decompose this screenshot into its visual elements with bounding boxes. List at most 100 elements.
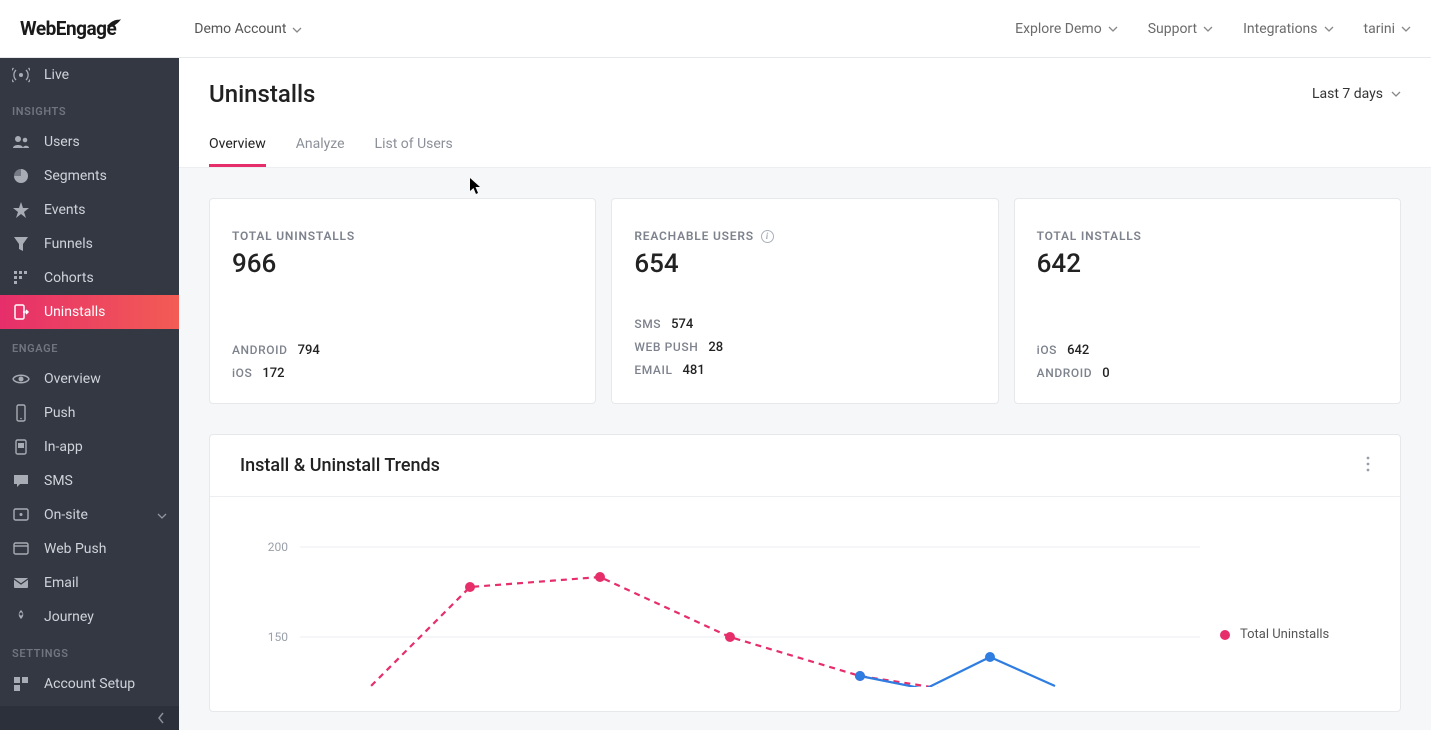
tab-analyze[interactable]: Analyze (296, 136, 345, 167)
nav-explore-demo[interactable]: Explore Demo (1015, 21, 1118, 37)
sidebar-item-label: Cohorts (44, 270, 94, 286)
main-content: Uninstalls Last 7 days Overview Analyze … (179, 58, 1431, 730)
sidebar-item-journey[interactable]: Journey (0, 600, 179, 634)
sidebar-item-engage-overview[interactable]: Overview (0, 362, 179, 396)
sidebar-item-label: Live (44, 67, 69, 83)
breakdown-value: 574 (671, 317, 693, 332)
onsite-icon (12, 506, 30, 524)
sidebar-item-sms[interactable]: SMS (0, 464, 179, 498)
topnav: Explore Demo Support Integrations tarini (1015, 21, 1411, 37)
card-total-uninstalls: TOTAL UNINSTALLS 966 ANDROID794 iOS172 (209, 198, 596, 404)
chevron-down-icon (1108, 26, 1118, 32)
sidebar-item-label: Push (44, 405, 76, 421)
card-label-text: REACHABLE USERS (634, 229, 754, 243)
sidebar-item-segments[interactable]: Segments (0, 159, 179, 193)
sidebar-item-label: Account Setup (44, 676, 135, 692)
card-value: 966 (232, 249, 573, 279)
breakdown-value: 642 (1067, 343, 1089, 358)
sidebar-item-label: Users (44, 134, 80, 150)
card-value: 642 (1037, 249, 1378, 279)
sidebar-item-label: Uninstalls (44, 304, 105, 320)
sidebar-item-label: Overview (44, 371, 101, 387)
breakdown-value: 794 (298, 343, 320, 358)
sidebar-section-engage: ENGAGE (0, 329, 179, 362)
sidebar-item-label: In-app (44, 439, 83, 455)
date-range-label: Last 7 days (1312, 86, 1383, 102)
card-total-installs: TOTAL INSTALLS 642 iOS642 ANDROID0 (1014, 198, 1401, 404)
sidebar-item-uninstalls[interactable]: Uninstalls (0, 295, 179, 329)
nav-support[interactable]: Support (1148, 21, 1213, 37)
chart-legend: Total Uninstalls (1220, 517, 1370, 691)
stat-cards: TOTAL UNINSTALLS 966 ANDROID794 iOS172 R… (209, 198, 1401, 404)
funnel-icon (12, 235, 30, 253)
sidebar-item-funnels[interactable]: Funnels (0, 227, 179, 261)
chevron-down-icon (1391, 91, 1401, 97)
breakdown-value: 28 (708, 340, 723, 355)
uninstall-icon (12, 303, 30, 321)
tab-overview[interactable]: Overview (209, 136, 266, 167)
chevron-down-icon (1203, 26, 1213, 32)
sidebar-item-webpush[interactable]: Web Push (0, 532, 179, 566)
tab-list-of-users[interactable]: List of Users (375, 136, 453, 167)
breakdown-label: SMS (634, 317, 661, 331)
eye-icon (12, 370, 30, 388)
breakdown-label: iOS (1037, 343, 1057, 357)
sidebar-item-users[interactable]: Users (0, 125, 179, 159)
sidebar-item-label: Journey (44, 609, 94, 625)
legend-item-uninstalls[interactable]: Total Uninstalls (1220, 627, 1370, 642)
breakdown-label: ANDROID (232, 343, 288, 357)
account-switcher[interactable]: Demo Account (194, 21, 302, 37)
chevron-down-icon (292, 21, 302, 37)
nav-integrations[interactable]: Integrations (1243, 21, 1333, 37)
y-tick: 200 (268, 540, 288, 554)
nav-user-menu[interactable]: tarini (1364, 21, 1411, 37)
chart-panel: Install & Uninstall Trends 200 150 (209, 434, 1401, 712)
chevron-down-icon (1324, 26, 1334, 32)
users-icon (12, 133, 30, 151)
breakdown-label: ANDROID (1037, 366, 1093, 380)
sidebar-item-account-setup[interactable]: Account Setup (0, 667, 179, 701)
sidebar-item-cohorts[interactable]: Cohorts (0, 261, 179, 295)
brand-logo: WebEngage (20, 17, 116, 40)
page-header: Uninstalls Last 7 days Overview Analyze … (179, 58, 1431, 168)
sidebar-item-events[interactable]: Events (0, 193, 179, 227)
breakdown-label: WEB PUSH (634, 340, 698, 354)
live-icon (12, 66, 30, 84)
chevron-down-icon (157, 507, 167, 523)
legend-label: Total Uninstalls (1240, 627, 1329, 642)
date-range-filter[interactable]: Last 7 days (1312, 86, 1401, 102)
sidebar-item-live[interactable]: Live (0, 58, 179, 92)
nav-explore-label: Explore Demo (1015, 21, 1102, 37)
sidebar-item-label: Email (44, 575, 79, 591)
sidebar-item-label: Segments (44, 168, 107, 184)
journey-icon (12, 608, 30, 626)
segments-icon (12, 167, 30, 185)
sidebar-item-push[interactable]: Push (0, 396, 179, 430)
card-label: REACHABLE USERS (634, 229, 975, 243)
breakdown-value: 172 (262, 366, 284, 381)
tabs: Overview Analyze List of Users (209, 136, 1401, 167)
card-reachable-users: REACHABLE USERS 654 SMS574 WEB PUSH28 EM… (611, 198, 998, 404)
nav-integrations-label: Integrations (1243, 21, 1317, 37)
sidebar-section-settings: SETTINGS (0, 634, 179, 667)
inapp-icon (12, 438, 30, 456)
webpush-icon (12, 540, 30, 558)
sidebar-item-label: On-site (44, 507, 88, 523)
brand-text: WebEngage (20, 17, 116, 40)
chevron-left-icon (157, 712, 165, 724)
sidebar-item-label: Funnels (44, 236, 93, 252)
sidebar-item-onsite[interactable]: On-site (0, 498, 179, 532)
bird-icon (106, 12, 122, 35)
y-tick: 150 (268, 630, 288, 644)
sidebar-item-email[interactable]: Email (0, 566, 179, 600)
breakdown-label: iOS (232, 366, 252, 380)
info-icon[interactable] (761, 230, 774, 243)
sidebar-item-inapp[interactable]: In-app (0, 430, 179, 464)
cohorts-icon (12, 269, 30, 287)
sidebar-collapse-button[interactable] (0, 706, 179, 730)
card-value: 654 (634, 249, 975, 279)
chart-plot-area: 200 150 (240, 517, 1200, 691)
chevron-down-icon (1401, 26, 1411, 32)
breakdown-value: 481 (683, 363, 705, 378)
chart-options-button[interactable] (1366, 456, 1370, 476)
